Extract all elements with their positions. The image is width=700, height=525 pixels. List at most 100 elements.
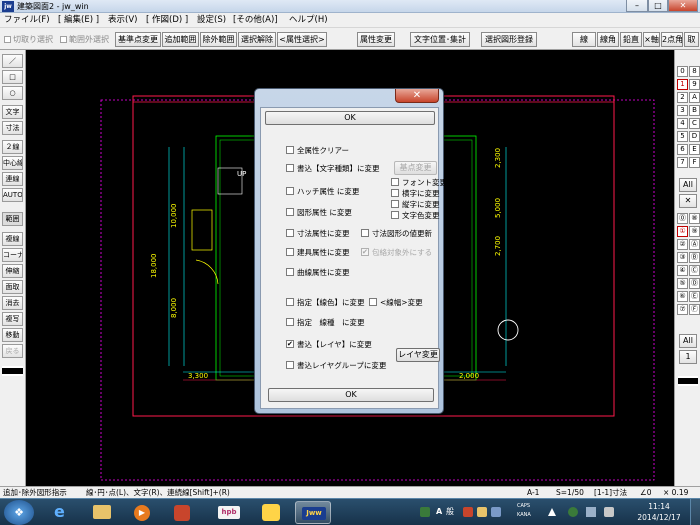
line-mode-button[interactable]: 線 [572,32,596,47]
layer-b[interactable]: Ⓑ [689,252,700,263]
menu-settings[interactable]: 設定(S) [197,14,226,27]
status-zoom[interactable]: × 0.19 [663,488,688,498]
taskbar-hpb[interactable]: hpb [211,501,247,524]
line-angle-button[interactable]: 線角 [597,32,619,47]
status-layer[interactable]: A-1 [527,488,539,498]
two-point-angle-button[interactable]: 2点角 [661,32,683,47]
layer-c[interactable]: Ⓒ [689,265,700,276]
layer-2[interactable]: ② [677,239,688,250]
taskbar-explorer[interactable] [84,501,120,524]
base-change-button[interactable]: 基点変更 [394,161,437,175]
status-angle[interactable]: ∠0 [640,488,652,498]
ime-mode-a[interactable]: A [436,506,442,518]
layer-4[interactable]: ④ [677,265,688,276]
layer-e[interactable]: Ⓔ [689,291,700,302]
status-dim-scale[interactable]: [1-1]寸法 [594,488,627,498]
layer-a[interactable]: Ⓐ [689,239,700,250]
range-tool[interactable]: 範囲 [2,212,23,226]
tray-shield-icon[interactable] [568,507,578,517]
layer-group-f[interactable]: F [689,157,700,168]
outside-select-checkbox[interactable]: 範囲外選択 [60,34,109,45]
vertical-button[interactable]: 鉛直 [620,32,642,47]
menu-view[interactable]: 表示(V) [108,14,137,27]
layer-d[interactable]: Ⓓ [689,278,700,289]
taskbar-ie[interactable]: e [44,501,80,524]
layer-all-button[interactable]: All [679,334,697,348]
attr-change-button[interactable]: 属性変更 [357,32,395,47]
move-tool[interactable]: 移動 [2,328,23,342]
taskbar-media[interactable]: ▶ [124,501,160,524]
offset-tool[interactable]: 複線 [2,232,23,246]
tray-speaker-icon[interactable] [604,507,614,517]
layer-group-9[interactable]: 9 [689,79,700,90]
minimize-button[interactable]: – [626,0,648,12]
undo-tool[interactable]: 戻る [2,344,23,358]
text-tool[interactable]: 文字 [2,105,23,119]
select-cancel-button[interactable]: 選択解除 [238,32,276,47]
dialog-close-button[interactable]: ✕ [395,89,439,103]
tray-arrow-icon[interactable] [548,508,556,516]
continuous-line-tool[interactable]: 連線 [2,172,23,186]
layer-group-3[interactable]: 3 [677,105,688,116]
layer-group-d[interactable]: D [689,131,700,142]
layer-3[interactable]: ③ [677,252,688,263]
layer-f[interactable]: Ⓕ [689,304,700,315]
layer-one-button[interactable]: 1 [679,350,697,364]
layer-9[interactable]: ⑨ [689,226,700,237]
layer-group-x-button[interactable]: ✕ [679,194,697,208]
layer-change-button[interactable]: レイヤ変更 [396,348,440,362]
layer-group-0[interactable]: 0 [677,66,688,77]
menu-help[interactable]: ヘルプ(H) [289,14,328,27]
tray-network-icon[interactable] [586,507,596,517]
layer-8[interactable]: ⑧ [689,213,700,224]
ime-mode-general[interactable]: 般 [446,506,454,518]
tray-check-icon[interactable] [420,507,430,517]
line-tool[interactable]: ／ [2,54,23,68]
layer-0[interactable]: ⓪ [677,213,688,224]
layer-6[interactable]: ⑥ [677,291,688,302]
rectangle-tool[interactable]: □ [2,70,23,84]
taskbar-app4[interactable] [164,501,200,524]
menu-draw[interactable]: [ 作図(D) ] [146,14,188,27]
layer-7[interactable]: ⑦ [677,304,688,315]
stretch-tool[interactable]: 伸縮 [2,264,23,278]
cut-select-checkbox[interactable]: 切取り選択 [4,34,53,45]
layer-group-c[interactable]: C [689,118,700,129]
corner-tool[interactable]: コーナー [2,248,23,262]
double-line-tool[interactable]: ２線 [2,140,23,154]
circle-tool[interactable]: ○ [2,86,23,100]
menu-file[interactable]: ファイル(F) [4,14,50,27]
layer-group-e[interactable]: E [689,144,700,155]
layer-group-b[interactable]: B [689,105,700,116]
x-axis-button[interactable]: ×軸 [643,32,660,47]
layer-group-1[interactable]: 1 [677,79,688,90]
start-button[interactable]: ❖ [4,500,34,525]
register-shape-button[interactable]: 選択図形登録 [481,32,537,47]
layer-group-2[interactable]: 2 [677,92,688,103]
layer-group-8[interactable]: 8 [689,66,700,77]
dimension-tool[interactable]: 寸法 [2,121,23,135]
layer-1[interactable]: ① [677,226,688,237]
ok-button-bottom[interactable]: OK [268,388,434,402]
menu-edit[interactable]: [ 編集(E) ] [58,14,99,27]
pick-button[interactable]: 取 [684,32,699,47]
centerline-tool[interactable]: 中心線 [2,156,23,170]
text-position-button[interactable]: 文字位置･集計 [410,32,470,47]
attr-select-button[interactable]: <属性選択> [277,32,327,47]
ok-button-top[interactable]: OK [265,111,435,125]
layer-5[interactable]: ⑤ [677,278,688,289]
layer-group-6[interactable]: 6 [677,144,688,155]
exclude-range-button[interactable]: 除外範囲 [200,32,237,47]
close-button[interactable]: ✕ [668,0,698,12]
taskbar-clock[interactable]: 11:14 2014/12/17 [634,501,684,523]
layer-group-all-button[interactable]: All [679,178,697,192]
menu-other[interactable]: [その他(A)] [233,14,278,27]
add-range-button[interactable]: 追加範囲 [162,32,199,47]
auto-tool[interactable]: AUTO [2,188,23,202]
layer-group-7[interactable]: 7 [677,157,688,168]
tray-ime-pad-icon[interactable] [477,507,487,517]
tray-help-icon[interactable] [491,507,501,517]
base-point-change-button[interactable]: 基準点変更 [115,32,161,47]
status-scale[interactable]: S=1/50 [556,488,584,498]
layer-group-a[interactable]: A [689,92,700,103]
